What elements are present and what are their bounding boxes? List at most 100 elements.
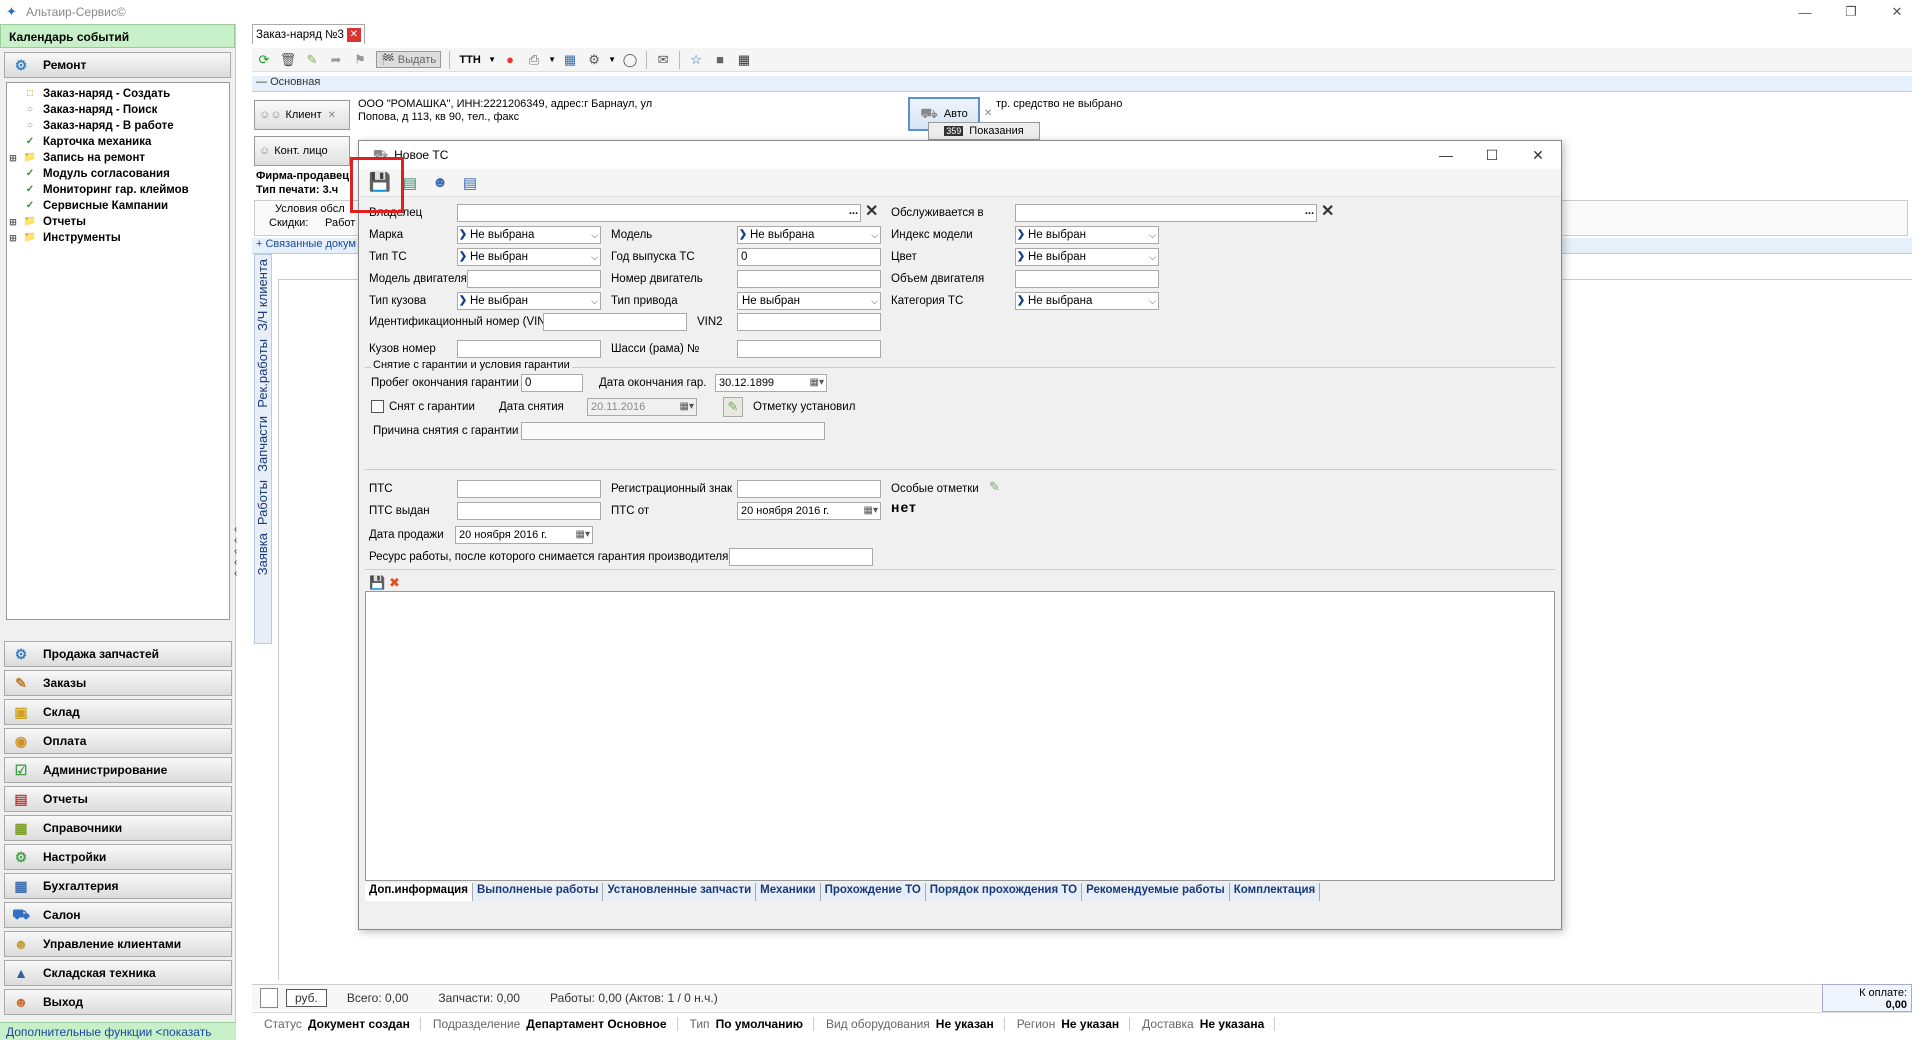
minimize-icon[interactable]: — bbox=[1782, 0, 1828, 24]
dialog-tab[interactable]: Порядок прохождения ТО bbox=[925, 883, 1083, 901]
nav-button[interactable]: ✎ Заказы bbox=[4, 670, 232, 696]
engine-vol-field[interactable] bbox=[1015, 270, 1159, 288]
dialog-tab[interactable]: Комплектация bbox=[1229, 883, 1321, 901]
warranty-mileage-field[interactable]: 0 bbox=[521, 374, 583, 392]
expand-icon[interactable]: ⊞ bbox=[7, 217, 19, 228]
tree-item[interactable]: ✓ Мониторинг гар. клеймов bbox=[7, 182, 229, 198]
tree-item[interactable]: □ Заказ-наряд - Создать bbox=[7, 86, 229, 102]
nav-button[interactable]: ▤ Отчеты bbox=[4, 786, 232, 812]
settings-icon[interactable]: ⚙ bbox=[584, 50, 604, 70]
dialog-tab[interactable]: Выполненые работы bbox=[472, 883, 604, 901]
mail-icon[interactable]: ✉ bbox=[653, 50, 673, 70]
nav-button[interactable]: ▲ Складская техника bbox=[4, 960, 232, 986]
reg-sign-field[interactable] bbox=[737, 480, 881, 498]
chassis-field[interactable] bbox=[737, 340, 881, 358]
tree-item[interactable]: ⊞ 📁 Запись на ремонт bbox=[7, 150, 229, 166]
vin-field[interactable] bbox=[543, 313, 687, 331]
tree-item[interactable]: ○ Заказ-наряд - В работе bbox=[7, 118, 229, 134]
color-select[interactable]: ❯ Не выбран ⌵ bbox=[1015, 248, 1159, 266]
served-in-field[interactable]: ... bbox=[1015, 204, 1317, 222]
dropdown-icon[interactable]: ▼ bbox=[488, 50, 496, 70]
model-select[interactable]: ❯ Не выбрана ⌵ bbox=[737, 226, 881, 244]
nav-button[interactable]: ◉ Оплата bbox=[4, 728, 232, 754]
vin2-field[interactable] bbox=[737, 313, 881, 331]
calendar-icon[interactable]: ▦▾ bbox=[680, 400, 694, 414]
new-doc-icon[interactable] bbox=[260, 987, 278, 1008]
removal-reason-field[interactable] bbox=[521, 422, 825, 440]
vertical-tab[interactable]: Заявка bbox=[255, 529, 270, 579]
owner-browse-icon[interactable]: ... bbox=[849, 204, 858, 218]
clear-icon[interactable]: ✕ bbox=[328, 110, 336, 121]
color-ball-icon[interactable]: ● bbox=[500, 50, 520, 70]
pts-issued-field[interactable] bbox=[457, 502, 601, 520]
removed-checkbox[interactable] bbox=[371, 400, 384, 413]
tree-item[interactable]: ⊞ 📁 Отчеты bbox=[7, 214, 229, 230]
calendar-icon[interactable]: ▦▾ bbox=[810, 376, 824, 390]
resource-field[interactable] bbox=[729, 548, 873, 566]
chart-icon[interactable]: ☆ bbox=[686, 50, 706, 70]
calculator-icon[interactable]: ▦ bbox=[560, 50, 580, 70]
ts-type-select[interactable]: ❯ Не выбран ⌵ bbox=[457, 248, 601, 266]
engine-model-field[interactable] bbox=[467, 270, 601, 288]
dialog-tab[interactable]: Механики bbox=[756, 883, 821, 901]
tree-item[interactable]: ○ Заказ-наряд - Поиск bbox=[7, 102, 229, 118]
notes-textarea[interactable] bbox=[365, 591, 1555, 881]
print-icon[interactable]: ⎙ bbox=[524, 50, 544, 70]
body-num-field[interactable] bbox=[457, 340, 601, 358]
nav-button[interactable]: ⚙ Настройки bbox=[4, 844, 232, 870]
dropdown-icon[interactable]: ▼ bbox=[608, 50, 616, 70]
dialog-tab[interactable]: Рекомендуемые работы bbox=[1082, 883, 1230, 901]
nav-button[interactable]: ▦ Бухгалтерия bbox=[4, 873, 232, 899]
vertical-tab[interactable]: Работы bbox=[255, 476, 270, 529]
readings-button[interactable]: 359 Показания bbox=[928, 122, 1040, 140]
tree-item[interactable]: ✓ Карточка механика bbox=[7, 134, 229, 150]
removal-date-field[interactable]: 20.11.2016 ▦▾ bbox=[587, 398, 697, 416]
brand-select[interactable]: ❯ Не выбрана ⌵ bbox=[457, 226, 601, 244]
grid-icon[interactable]: ■ bbox=[710, 50, 730, 70]
tree-item[interactable]: ✓ Модуль согласования bbox=[7, 166, 229, 182]
owner-field[interactable]: ... bbox=[457, 204, 861, 222]
tree-icon[interactable]: ▦ bbox=[734, 50, 754, 70]
edit-icon[interactable]: ✎ bbox=[302, 50, 322, 70]
served-in-clear-icon[interactable]: ✕ bbox=[1321, 201, 1334, 221]
calendar-icon[interactable]: ▦▾ bbox=[576, 528, 590, 542]
binoculars-icon[interactable]: ◯ bbox=[620, 50, 640, 70]
nav-button[interactable]: ⚙ Продажа запчастей bbox=[4, 641, 232, 667]
flag-icon[interactable]: ⚑ bbox=[350, 50, 370, 70]
pts-field[interactable] bbox=[457, 480, 601, 498]
nav-button[interactable]: ☻ Управление клиентами bbox=[4, 931, 232, 957]
forward-icon[interactable]: ➦ bbox=[326, 50, 346, 70]
repair-nav-button[interactable]: ⚙ Ремонт bbox=[4, 52, 231, 78]
drive-type-select[interactable]: Не выбран ⌵ bbox=[737, 292, 881, 310]
collapse-arrows[interactable]: ‹ ‹ ‹ ‹ ‹ bbox=[234, 524, 244, 579]
dialog-close-icon[interactable]: ✕ bbox=[1515, 141, 1561, 169]
vertical-tab[interactable]: З/Ч клиента bbox=[255, 255, 270, 335]
tree-item[interactable]: ⊞ 📁 Инструменты bbox=[7, 230, 229, 246]
nav-button[interactable]: ▦ Справочники bbox=[4, 815, 232, 841]
users-icon[interactable]: ☻ bbox=[428, 171, 452, 195]
dialog-minimize-icon[interactable]: — bbox=[1423, 141, 1469, 169]
notes-save-icon[interactable]: 💾 bbox=[369, 575, 385, 591]
close-icon[interactable]: ✕ bbox=[1874, 0, 1920, 24]
save-close-icon[interactable]: ▤ bbox=[398, 171, 422, 195]
save-icon[interactable]: 💾 bbox=[368, 171, 392, 195]
issue-button[interactable]: 🏁 Выдать bbox=[376, 51, 442, 68]
vertical-tab[interactable]: Запчасти bbox=[255, 412, 270, 476]
body-type-select[interactable]: ❯ Не выбран ⌵ bbox=[457, 292, 601, 310]
refresh-icon[interactable]: ⟳ bbox=[254, 50, 274, 70]
special-edit-icon[interactable]: ✎ bbox=[989, 479, 1000, 495]
nav-button[interactable]: ▣ Склад bbox=[4, 699, 232, 725]
nav-button[interactable]: ⛟ Салон bbox=[4, 902, 232, 928]
dialog-tab[interactable]: Установленные запчасти bbox=[603, 883, 757, 901]
year-field[interactable]: 0 bbox=[737, 248, 881, 266]
restore-icon[interactable]: ❐ bbox=[1828, 0, 1874, 24]
dialog-tab[interactable]: Прохождение ТО bbox=[820, 883, 926, 901]
currency-button[interactable]: руб. bbox=[286, 988, 327, 1007]
nav-button[interactable]: ☻ Выход bbox=[4, 989, 232, 1015]
expand-icon[interactable]: ⊞ bbox=[7, 233, 19, 244]
tab-order[interactable]: Заказ-наряд №3 ✕ bbox=[252, 24, 365, 44]
served-in-browse-icon[interactable]: ... bbox=[1305, 204, 1314, 218]
additional-functions-link[interactable]: Дополнительные функции <показать bbox=[0, 1022, 236, 1040]
engine-num-field[interactable] bbox=[737, 270, 881, 288]
model-index-select[interactable]: ❯ Не выбран ⌵ bbox=[1015, 226, 1159, 244]
